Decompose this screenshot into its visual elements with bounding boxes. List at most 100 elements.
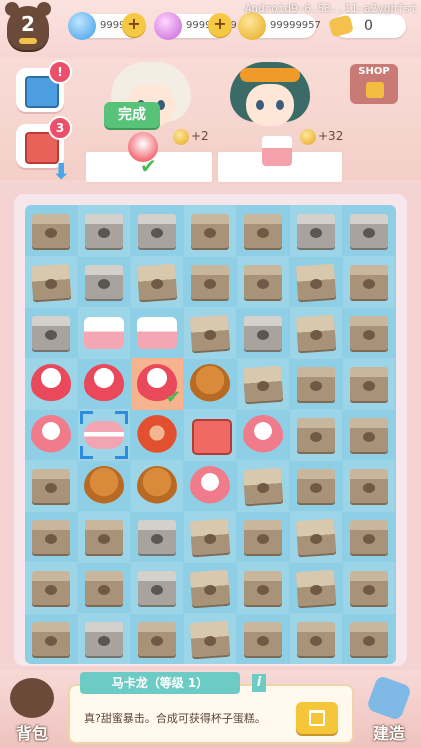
board-cell[interactable] (184, 256, 236, 308)
trash-icon (309, 710, 325, 726)
board-cell[interactable] (290, 409, 342, 461)
board-cell[interactable] (78, 460, 130, 512)
board-cell[interactable] (290, 613, 342, 664)
add-diamonds-button[interactable]: + (122, 13, 146, 37)
board-cell[interactable] (78, 562, 130, 614)
macaron-icon (84, 421, 124, 449)
board-cell[interactable] (131, 307, 183, 359)
board-cell[interactable] (343, 613, 395, 664)
board-cell[interactable] (237, 460, 289, 512)
board-cell[interactable] (290, 358, 342, 410)
board-cell[interactable] (343, 460, 395, 512)
cardboard-box-icon (191, 214, 229, 248)
board-cell[interactable] (184, 307, 236, 359)
board-cell[interactable] (184, 358, 236, 410)
board-cell[interactable] (184, 409, 236, 461)
board-cell[interactable] (78, 409, 130, 461)
board-cell[interactable] (131, 511, 183, 563)
board-cell[interactable] (237, 613, 289, 664)
paw-icon (203, 635, 217, 647)
cardboard-box-icon (244, 520, 282, 554)
board-cell[interactable] (131, 256, 183, 308)
board-cell[interactable] (78, 358, 130, 410)
board-cell[interactable] (343, 409, 395, 461)
board-cell[interactable] (290, 307, 342, 359)
board-cell[interactable] (131, 409, 183, 461)
board-cell[interactable] (184, 205, 236, 257)
board-cell[interactable] (184, 460, 236, 512)
cardboard-box-icon (244, 622, 282, 656)
board-cell[interactable] (237, 409, 289, 461)
cardboard-box-icon (191, 265, 229, 299)
board-cell[interactable] (237, 256, 289, 308)
board-cell[interactable] (78, 511, 130, 563)
board-cell[interactable] (25, 409, 77, 461)
cardboard-box-icon (32, 571, 70, 605)
paw-icon (309, 278, 323, 290)
tools-icon (365, 674, 413, 722)
board-cell[interactable] (78, 307, 130, 359)
paw-icon (363, 534, 375, 544)
paw-icon (45, 228, 57, 238)
trash-button[interactable] (296, 702, 338, 734)
open-box-icon (295, 263, 337, 301)
backpack-button[interactable]: 背包 (6, 678, 58, 743)
board-cell[interactable] (290, 205, 342, 257)
lock-icon (366, 82, 384, 98)
board-cell[interactable] (290, 511, 342, 563)
board-cell[interactable] (25, 256, 77, 308)
board-cell[interactable] (343, 358, 395, 410)
paw-icon (309, 533, 323, 545)
open-box-icon (189, 518, 231, 556)
board-cell[interactable] (78, 256, 130, 308)
paw-icon (363, 483, 375, 493)
board-cell[interactable] (78, 205, 130, 257)
board-cell[interactable] (131, 460, 183, 512)
ticket-counter[interactable]: 0 (328, 14, 406, 38)
order-reward-2-value: +32 (318, 129, 344, 143)
board-cell[interactable] (25, 562, 77, 614)
paw-icon (45, 483, 57, 493)
recipe-book-button[interactable]: ! (16, 60, 72, 112)
board-cell[interactable] (131, 562, 183, 614)
paw-icon (363, 381, 375, 391)
eye-left (256, 100, 264, 110)
board-cell[interactable] (343, 307, 395, 359)
build-button[interactable]: 建造 (363, 674, 415, 743)
board-cell[interactable] (343, 511, 395, 563)
board-cell[interactable] (184, 511, 236, 563)
info-icon[interactable]: i (252, 674, 266, 692)
cake-icon (84, 317, 124, 349)
board-cell[interactable] (290, 562, 342, 614)
board-cell[interactable] (78, 613, 130, 664)
oven-button[interactable]: 3 ⬇ (16, 116, 72, 185)
board-cell[interactable] (290, 256, 342, 308)
board-cell[interactable] (184, 562, 236, 614)
locked-box-icon (138, 214, 176, 248)
board-cell[interactable] (343, 256, 395, 308)
merge-board[interactable]: ✔ (25, 205, 396, 664)
board-cell[interactable] (184, 613, 236, 664)
board-cell[interactable] (25, 205, 77, 257)
board-cell[interactable] (131, 205, 183, 257)
player-level-badge[interactable]: 2 (5, 2, 51, 50)
board-cell[interactable] (237, 307, 289, 359)
board-cell[interactable]: ✔ (131, 358, 183, 410)
add-gems-button[interactable]: + (208, 13, 232, 37)
board-cell[interactable] (237, 205, 289, 257)
board-cell[interactable] (237, 562, 289, 614)
board-cell[interactable] (237, 511, 289, 563)
board-cell[interactable] (25, 613, 77, 664)
board-cell[interactable] (25, 511, 77, 563)
order-complete-tag[interactable]: 完成 (104, 102, 160, 128)
board-cell[interactable] (237, 358, 289, 410)
board-cell[interactable] (343, 562, 395, 614)
selection-bracket (80, 411, 93, 424)
board-cell[interactable] (25, 358, 77, 410)
board-cell[interactable] (25, 307, 77, 359)
board-cell[interactable] (290, 460, 342, 512)
board-cell[interactable] (131, 613, 183, 664)
board-cell[interactable] (343, 205, 395, 257)
paw-icon (309, 584, 323, 596)
board-cell[interactable] (25, 460, 77, 512)
